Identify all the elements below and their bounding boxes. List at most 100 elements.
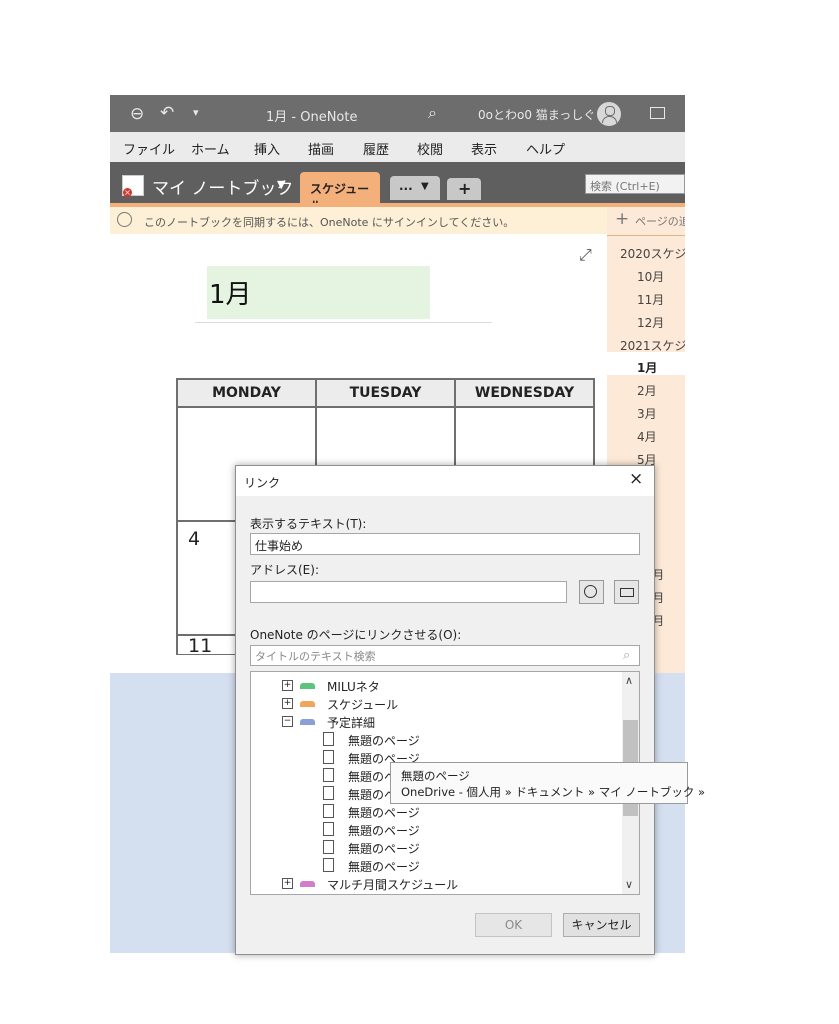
address-input[interactable] (250, 581, 567, 603)
menu-insert[interactable]: 挿入 (254, 139, 280, 158)
menu-file[interactable]: ファイル (123, 139, 175, 158)
page-item-nov[interactable]: 11月 (637, 291, 664, 308)
sync-notice: このノートブックを同期するには、OneNote にサインインしてください。 (110, 207, 607, 234)
notebook-name[interactable]: マイ ノートブック (152, 174, 293, 199)
page-icon (323, 822, 334, 836)
scroll-up-icon[interactable]: ∧ (625, 674, 633, 687)
section-color-icon (300, 701, 315, 707)
expand-icon[interactable]: ⤢ (579, 245, 592, 265)
tooltip-title: 無題のページ (401, 769, 470, 783)
expand-icon[interactable]: + (282, 680, 293, 691)
add-section-button[interactable]: + (447, 178, 481, 200)
page-title-box[interactable]: 1月 (207, 266, 430, 319)
back-icon[interactable]: ⊖ (130, 104, 144, 124)
ribbon-display-icon[interactable] (650, 107, 665, 119)
page-tooltip: 無題のページ OneDrive - 個人用 » ドキュメント » マイ ノートブ… (390, 762, 705, 804)
tree-section-label: MILUネタ (327, 680, 380, 694)
display-text-value: 仕事始め (255, 539, 304, 553)
sync-notice-text[interactable]: このノートブックを同期するには、OneNote にサインインしてください。 (144, 214, 514, 230)
add-section-icon: + (458, 179, 472, 198)
tree-page-label: 無題のページ (348, 806, 420, 820)
onenote-link-label: OneNote のページにリンクさせる(O): (250, 628, 462, 642)
cancel-button[interactable]: キャンセル (563, 913, 640, 937)
tab-more-label: ... (399, 179, 413, 193)
dialog-title: リンク (244, 476, 281, 490)
menu-bar: ファイル ホーム 挿入 描画 履歴 校閲 表示 ヘルプ (110, 132, 685, 162)
menu-help[interactable]: ヘルプ (526, 139, 565, 158)
page-item-jan-selected[interactable]: 1月 (637, 359, 657, 376)
close-icon[interactable]: × (629, 469, 643, 489)
section-color-icon (300, 881, 315, 887)
page-icon (323, 804, 334, 818)
display-text-label: 表示するテキスト(T): (250, 517, 367, 531)
avatar-head-icon (605, 106, 615, 116)
expand-icon[interactable]: + (282, 878, 293, 889)
section-color-icon (300, 719, 315, 725)
user-name[interactable]: 0oとわo0 猫まっしぐら (478, 106, 607, 123)
avatar-body-icon (602, 116, 617, 123)
browse-web-button[interactable] (579, 580, 604, 604)
globe-icon (584, 585, 597, 598)
header-tuesday: TUESDAY (315, 378, 456, 408)
search-placeholder: 検索 (Ctrl+E) (590, 180, 660, 193)
page-item-apr[interactable]: 4月 (637, 428, 657, 445)
ok-button[interactable]: OK (475, 913, 552, 937)
menu-history[interactable]: 履歴 (363, 139, 389, 158)
page-item-oct[interactable]: 10月 (637, 268, 664, 285)
section-color-icon (300, 683, 315, 689)
page-icon (323, 786, 334, 800)
page-item-2020[interactable]: 2020スケジュール (620, 245, 685, 262)
expand-icon[interactable]: + (282, 698, 293, 709)
title-underline (195, 322, 492, 323)
tab-more-dropdown-icon: ▼ (421, 181, 429, 192)
page-icon (323, 732, 334, 746)
page-item-mar[interactable]: 3月 (637, 405, 657, 422)
tree-page-label: 無題のページ (348, 842, 420, 856)
notebook-bar: × マイ ノートブック ▼ スケジュール ... ▼ + 検索 (Ctrl+E) (110, 162, 685, 213)
display-text-input[interactable]: 仕事始め (250, 533, 640, 555)
tab-schedule[interactable]: スケジュール (300, 172, 380, 213)
page-title: 1月 (209, 280, 252, 310)
add-page-label[interactable]: ページの追 (635, 213, 685, 229)
tree-page-label: 無題のページ (348, 860, 420, 874)
header-wednesday: WEDNESDAY (454, 378, 595, 408)
page-search-input[interactable]: タイトルのテキスト検索 ⌕ (250, 645, 640, 666)
notebook-dropdown-icon[interactable]: ▼ (277, 178, 285, 191)
title-bar: ⊖ ↶ ▾ 1月 - OneNote ⌕ 0oとわo0 猫まっしぐら (110, 95, 685, 132)
quick-access-dropdown-icon[interactable]: ▾ (193, 106, 199, 119)
add-page-icon[interactable]: + (615, 209, 629, 229)
tree-page-label: 無題のページ (348, 824, 420, 838)
address-label: アドレス(E): (250, 563, 319, 577)
tree-section-label: 予定詳細 (327, 716, 376, 730)
page-list-divider (607, 235, 685, 236)
tree-section-label: スケジュール (327, 698, 399, 712)
page-search-placeholder: タイトルのテキスト検索 (255, 650, 376, 663)
menu-home[interactable]: ホーム (191, 139, 230, 158)
folder-icon (620, 588, 634, 597)
header-monday: MONDAY (176, 378, 317, 408)
dialog-titlebar: リンク × (236, 466, 654, 496)
undo-icon[interactable]: ↶ (160, 103, 174, 123)
sync-warning-icon (117, 212, 132, 227)
menu-view[interactable]: 表示 (471, 139, 497, 158)
page-icon (323, 858, 334, 872)
search-icon: ⌕ (623, 648, 631, 663)
page-item-dec[interactable]: 12月 (637, 314, 664, 331)
search-box[interactable]: 検索 (Ctrl+E) (585, 174, 685, 194)
scroll-down-icon[interactable]: ∨ (625, 878, 633, 891)
link-dialog: リンク × 表示するテキスト(T): 仕事始め アドレス(E): OneNote… (235, 465, 655, 955)
window-title: 1月 - OneNote (266, 110, 358, 125)
page-icon (323, 768, 334, 782)
menu-draw[interactable]: 描画 (308, 139, 334, 158)
menu-review[interactable]: 校閲 (417, 139, 443, 158)
sync-error-icon: × (123, 188, 132, 197)
avatar[interactable] (597, 102, 621, 126)
browse-file-button[interactable] (614, 580, 639, 604)
page-icon (323, 750, 334, 764)
tab-more[interactable]: ... ▼ (390, 176, 440, 200)
page-item-feb[interactable]: 2月 (637, 382, 657, 399)
search-icon[interactable]: ⌕ (428, 103, 437, 123)
tooltip-path: OneDrive - 個人用 » ドキュメント » マイ ノートブック » (401, 785, 706, 799)
tree-section-label: マルチ月間スケジュール (327, 878, 459, 892)
collapse-icon[interactable]: − (282, 716, 293, 727)
